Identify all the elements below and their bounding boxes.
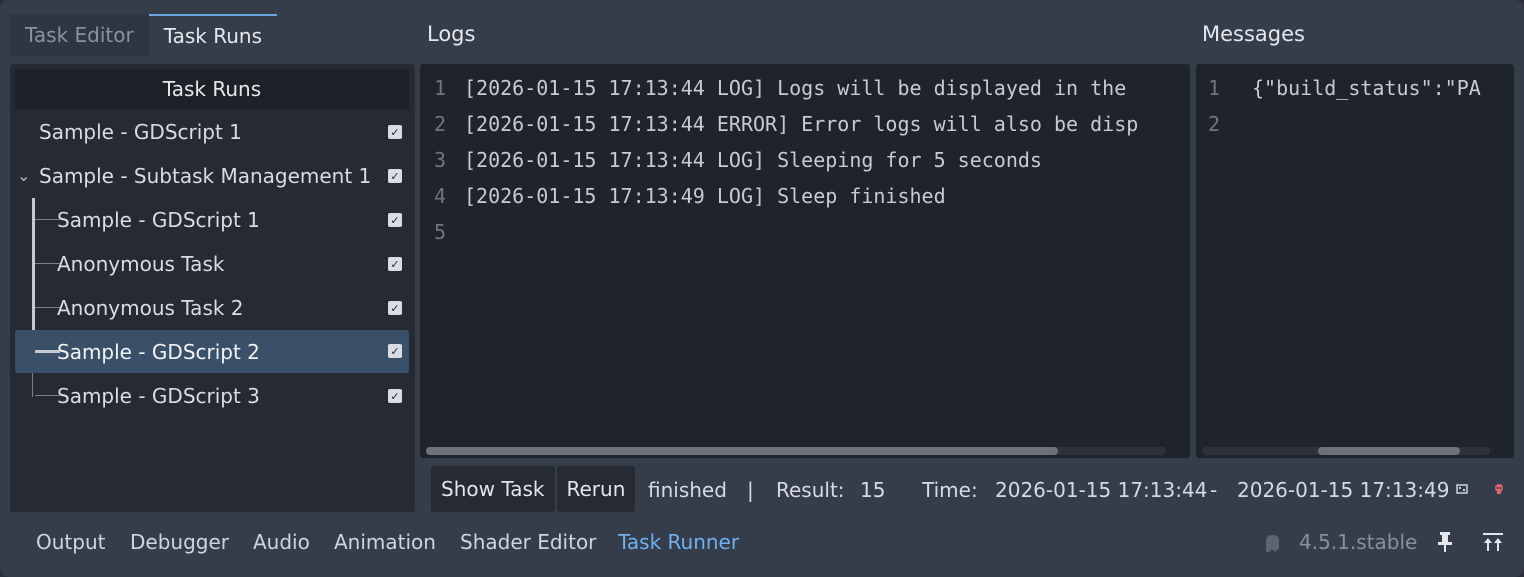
bottom-tab-debugger[interactable]: Debugger [130,530,229,554]
line-number: 1 [434,76,447,100]
tree-item[interactable]: Anonymous Task ✓ [15,243,409,285]
messages-text-area[interactable]: 1 {"build_status":"PA 2 [1196,64,1514,458]
collapse-panel-icon[interactable] [1481,530,1505,554]
end-time: 2026-01-15 17:13:49 [1237,478,1450,502]
tree-branch [35,307,60,308]
chevron-down-icon[interactable]: ⌄ [17,166,30,185]
tree-header: Task Runs [15,69,409,109]
log-text: [2026-01-15 17:13:44 LOG] Sleeping for 5… [464,148,1042,172]
scrollbar-thumb[interactable] [1318,447,1460,455]
line-number: 2 [434,112,447,136]
tree-item-selected[interactable]: Sample - GDScript 2 ✓ [15,330,409,373]
bottom-panel-bar: Output Debugger Audio Animation Shader E… [0,520,1524,566]
line-number: 4 [434,184,447,208]
checkbox-icon[interactable]: ✓ [388,301,402,315]
tree-item-label: Sample - GDScript 1 [39,120,242,144]
start-time: 2026-01-15 17:13:44 [995,478,1208,502]
logs-title: Logs [427,22,476,46]
line-number: 1 [1208,76,1221,100]
checkbox-icon[interactable]: ✓ [388,213,402,227]
version-label: 4.5.1.stable [1299,530,1418,554]
logs-text-area[interactable]: 1 [2026-01-15 17:13:44 LOG] Logs will be… [420,64,1190,458]
messages-title: Messages [1202,22,1305,46]
tree-item-label: Sample - Subtask Management 1 [39,164,372,188]
status-separator: | [747,478,754,502]
bottom-tab-task-runner[interactable]: Task Runner [618,530,739,554]
ghost-icon [1266,535,1279,552]
checkbox-icon[interactable]: ✓ [388,169,402,183]
tree-item-label: Anonymous Task 2 [57,296,244,320]
result-label: Result: [776,478,845,502]
result-value: 15 [860,478,886,502]
tree-item[interactable]: Sample - GDScript 3 ✓ [15,375,409,417]
tree-item[interactable]: Sample - GDScript 1 ✓ [15,111,409,153]
log-text: [2026-01-15 17:13:44 LOG] Logs will be d… [464,76,1127,100]
time-dash: - [1210,478,1218,502]
tree-item-label: Sample - GDScript 3 [57,384,260,408]
tab-bar: Task Editor Task Runs [10,14,278,56]
delete-small-icon[interactable] [1493,482,1505,496]
task-runs-tree: Task Runs Sample - GDScript 1 ✓ ⌄ Sample… [10,64,415,512]
checkbox-icon[interactable]: ✓ [388,257,402,271]
status-bar: Show Task Rerun [431,466,637,512]
scrollbar-thumb[interactable] [426,447,1058,455]
tab-task-runs[interactable]: Task Runs [148,14,278,56]
run-state: finished [648,478,727,502]
tab-task-editor[interactable]: Task Editor [10,14,149,56]
tree-branch [35,350,60,353]
tree-item[interactable]: Sample - GDScript 1 ✓ [15,199,409,241]
tree-item-label: Sample - GDScript 1 [57,208,260,232]
time-label: Time: [922,478,978,502]
line-number: 2 [1208,112,1221,136]
log-text: [2026-01-15 17:13:49 LOG] Sleep finished [464,184,946,208]
pin-icon[interactable] [1436,530,1454,554]
message-text: {"build_status":"PA [1252,76,1481,100]
checkbox-icon[interactable]: ✓ [388,344,402,358]
show-task-button[interactable]: Show Task [431,466,555,512]
messages-horizontal-scrollbar[interactable] [1202,447,1490,455]
tree-item-label: Sample - GDScript 2 [57,339,260,364]
tree-item[interactable]: ⌄ Sample - Subtask Management 1 ✓ [15,155,409,197]
line-number: 5 [434,220,447,244]
rerun-small-icon[interactable] [1456,482,1468,496]
checkbox-icon[interactable]: ✓ [388,389,402,403]
checkbox-icon[interactable]: ✓ [388,125,402,139]
bottom-tab-output[interactable]: Output [36,530,105,554]
tree-branch [35,263,60,264]
bottom-tab-audio[interactable]: Audio [253,530,310,554]
tree-item[interactable]: Anonymous Task 2 ✓ [15,287,409,329]
bottom-tab-animation[interactable]: Animation [334,530,436,554]
tree-item-label: Anonymous Task [57,252,225,276]
line-number: 3 [434,148,447,172]
rerun-button[interactable]: Rerun [556,466,636,512]
logs-horizontal-scrollbar[interactable] [426,447,1166,455]
tree-branch [35,219,60,220]
log-text: [2026-01-15 17:13:44 ERROR] Error logs w… [464,112,1139,136]
bottom-tab-shader-editor[interactable]: Shader Editor [460,530,596,554]
tree-branch [35,395,60,396]
